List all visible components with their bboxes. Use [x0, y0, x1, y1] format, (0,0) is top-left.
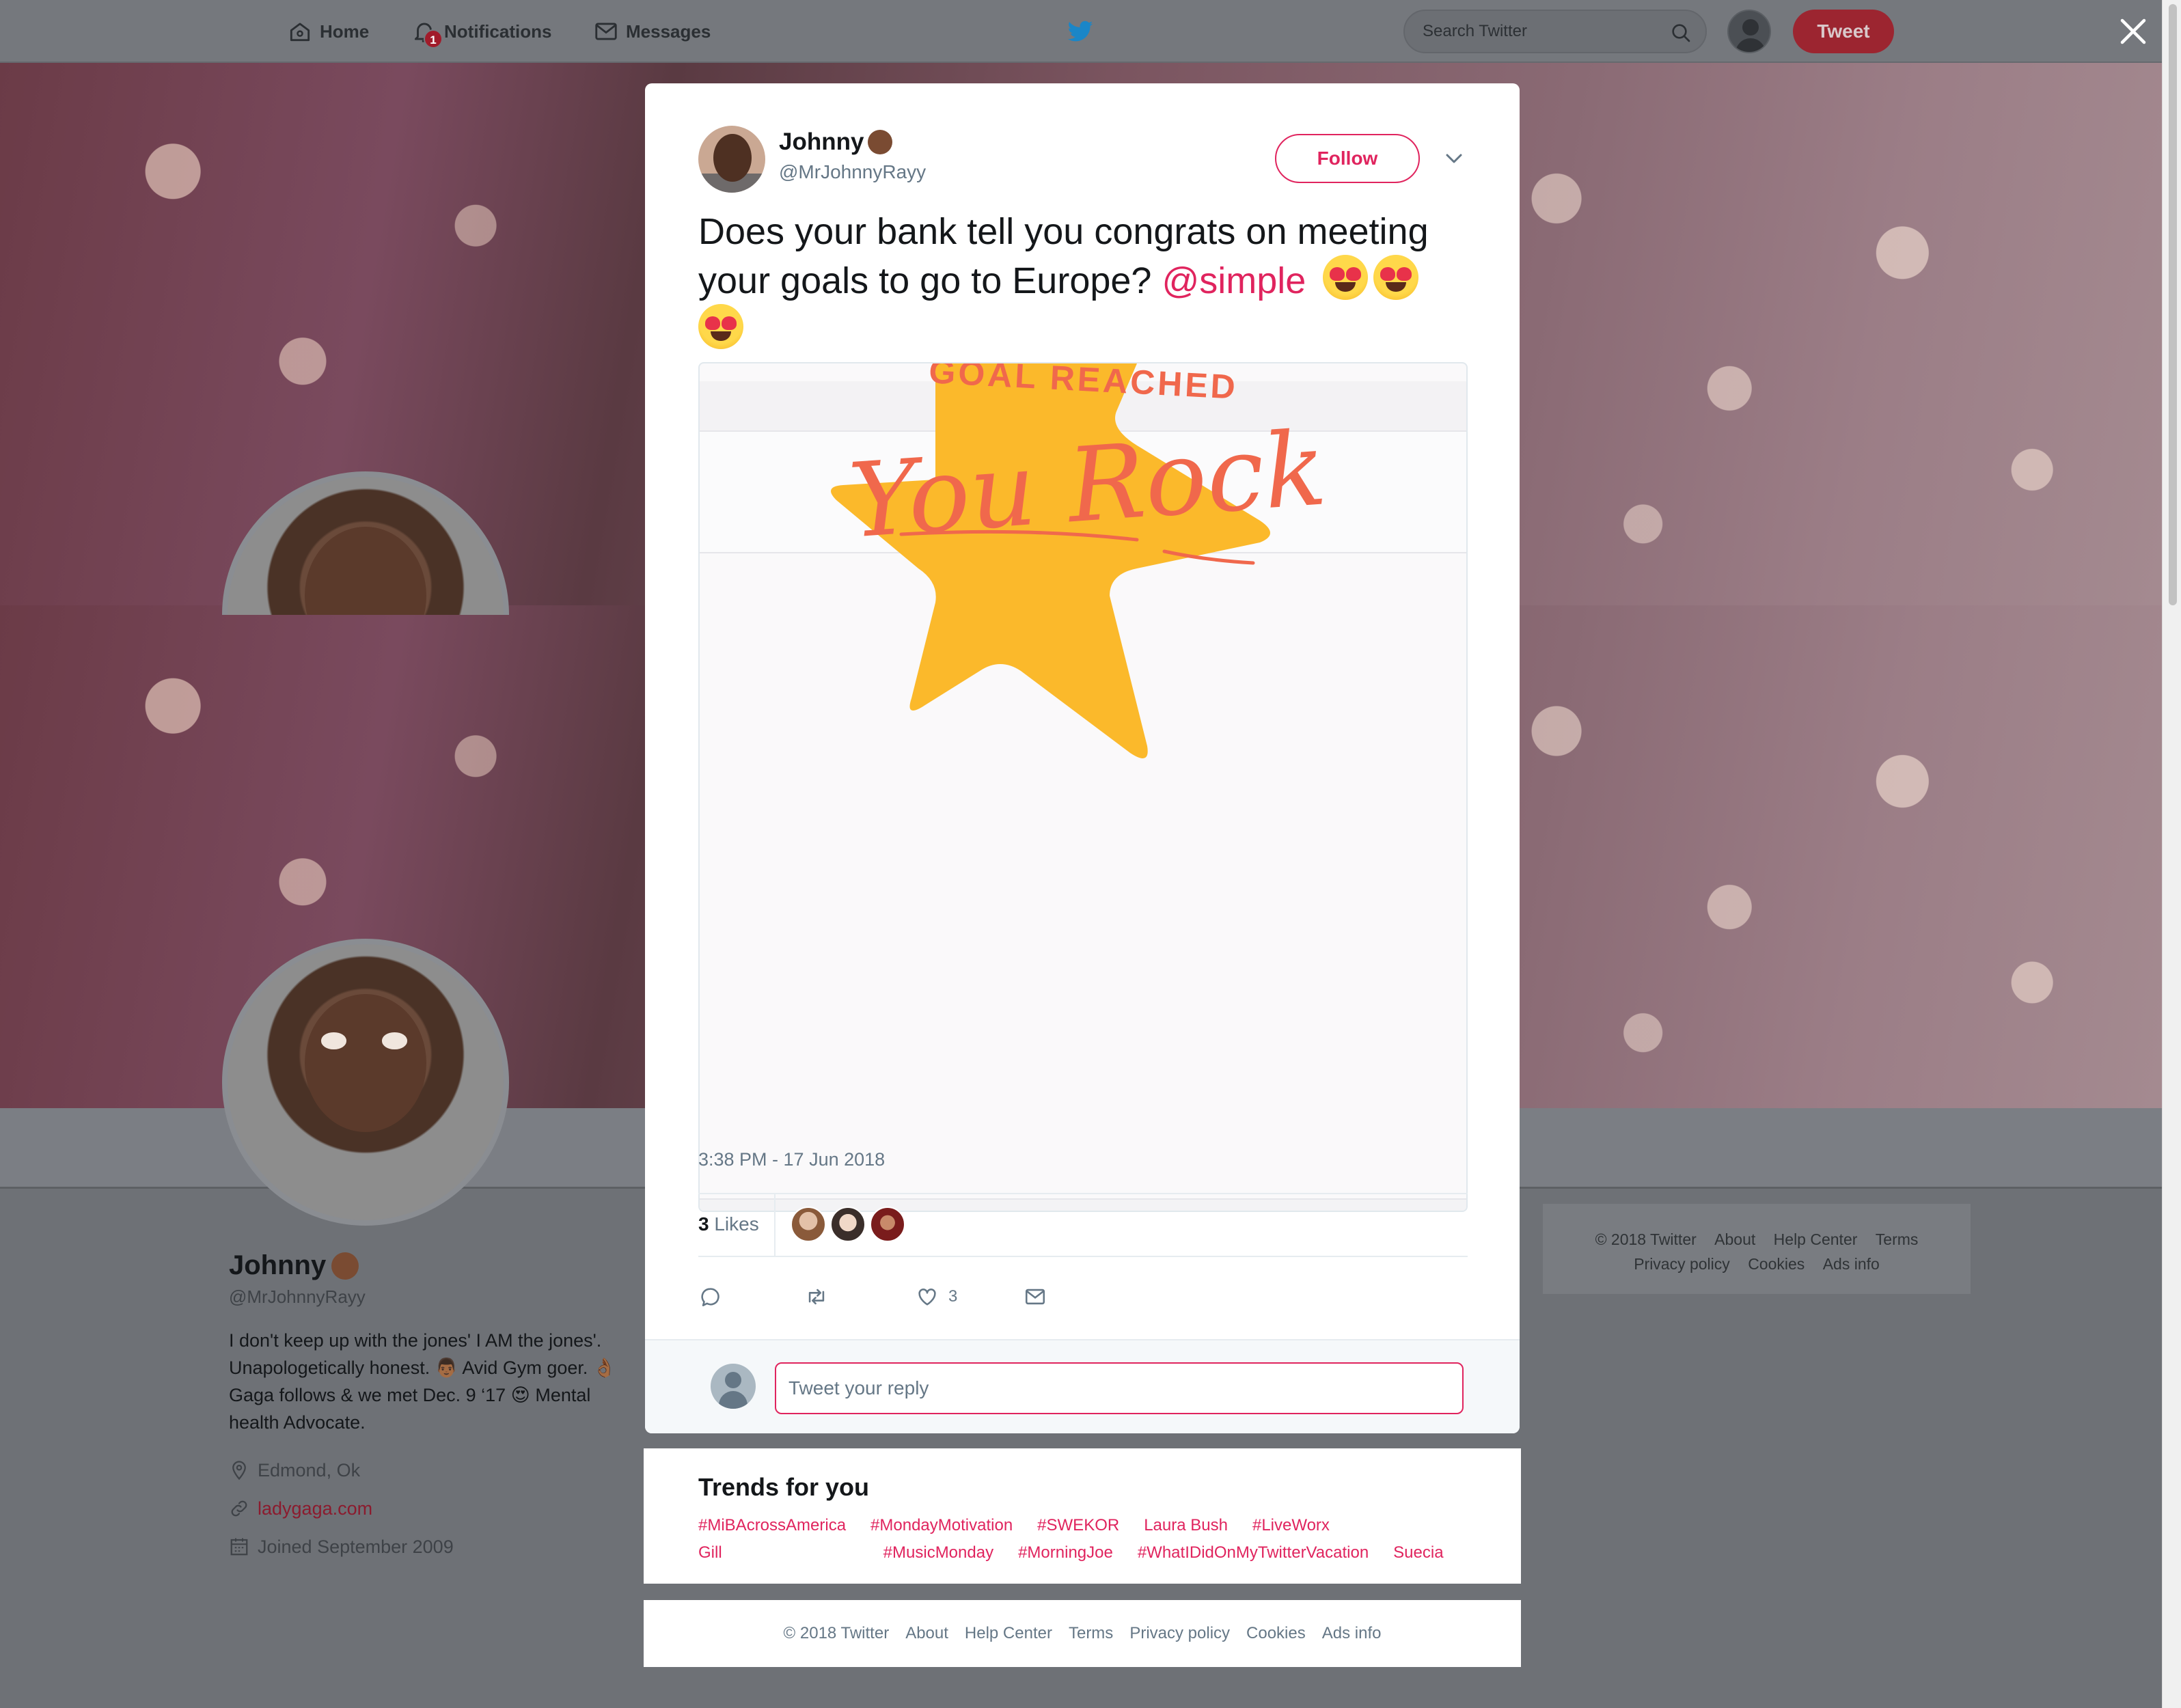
- trends-panel: Trends for you #MiBAcrossAmerica #Monday…: [644, 1448, 1521, 1584]
- nav-home[interactable]: Home: [287, 0, 369, 63]
- location-icon: [229, 1460, 249, 1480]
- trend-item[interactable]: Gill: [698, 1541, 722, 1565]
- nav-notifications[interactable]: 1 Notifications: [411, 0, 551, 63]
- sidebar-footer: © 2018 Twitter About Help Center Terms P…: [1543, 1204, 1971, 1294]
- trend-item[interactable]: #MusicMonday: [883, 1541, 993, 1565]
- twitter-bird-icon[interactable]: [1066, 18, 1095, 45]
- profile-handle: @MrJohnnyRayy: [229, 1286, 366, 1307]
- trend-item[interactable]: Laura Bush: [1144, 1514, 1228, 1537]
- reply-button[interactable]: [698, 1276, 722, 1317]
- footer-link-about[interactable]: About: [905, 1624, 948, 1643]
- top-navigation: Home 1 Notifications Messages Search Twi…: [0, 0, 2162, 63]
- liker-avatar[interactable]: [790, 1207, 826, 1242]
- trend-item[interactable]: #SWEKOR: [1037, 1514, 1119, 1537]
- likes-count[interactable]: 3 Likes: [698, 1213, 759, 1235]
- heart-eyes-emoji-icon: [698, 304, 743, 349]
- tweet-author-handle[interactable]: @MrJohnnyRayy: [779, 161, 926, 183]
- trend-item[interactable]: #MiBAcrossAmerica: [698, 1514, 846, 1537]
- link-icon: [229, 1498, 249, 1519]
- tweet-author-name[interactable]: Johnny: [779, 128, 893, 156]
- modal-footer: © 2018 Twitter About Help Center Terms P…: [644, 1600, 1521, 1667]
- footer-link-ads[interactable]: Ads info: [1322, 1624, 1382, 1643]
- chevron-down-icon[interactable]: [1443, 149, 1465, 168]
- person-shrug-emoji-icon: [868, 130, 893, 154]
- profile-location: Edmond, Ok: [229, 1451, 618, 1489]
- liker-avatar[interactable]: [869, 1207, 905, 1242]
- tweet-author-avatar[interactable]: [698, 126, 765, 193]
- retweet-button[interactable]: [805, 1276, 828, 1317]
- like-button[interactable]: 3: [916, 1276, 957, 1317]
- like-action-count: 3: [948, 1287, 958, 1306]
- trend-item[interactable]: #LiveWorx: [1252, 1514, 1330, 1537]
- calendar-icon: [229, 1537, 249, 1557]
- trend-item[interactable]: #WhatIDidOnMyTwitterVacation: [1138, 1541, 1369, 1565]
- scrollbar-thumb[interactable]: [2169, 4, 2177, 605]
- direct-message-button[interactable]: [1024, 1276, 1047, 1317]
- tweet-media-image[interactable]: GOAL REACHED You Rock: [698, 362, 1468, 1212]
- reply-input[interactable]: Tweet your reply: [775, 1362, 1464, 1414]
- profile-website[interactable]: ladygaga.com: [229, 1489, 618, 1528]
- home-icon: [287, 18, 313, 44]
- search-icon[interactable]: [1670, 22, 1692, 44]
- footer-copyright: © 2018 Twitter: [783, 1624, 890, 1642]
- trends-title: Trends for you: [698, 1473, 870, 1501]
- footer-link-cookies[interactable]: Cookies: [1748, 1255, 1805, 1273]
- tweet-timestamp[interactable]: 3:38 PM - 17 Jun 2018: [698, 1149, 885, 1170]
- retweet-icon: [805, 1285, 828, 1308]
- heart-eyes-emoji-icon: [1373, 255, 1419, 300]
- footer-link-help[interactable]: Help Center: [1774, 1230, 1858, 1248]
- profile-joined: Joined September 2009: [229, 1528, 618, 1566]
- envelope-icon: [593, 18, 619, 44]
- notification-badge: 1: [424, 29, 443, 49]
- footer-link-terms[interactable]: Terms: [1876, 1230, 1919, 1248]
- trend-item[interactable]: #MorningJoe: [1018, 1541, 1113, 1565]
- footer-copyright: © 2018 Twitter: [1595, 1230, 1697, 1248]
- profile-info: Johnny @MrJohnnyRayy I don't keep up wit…: [229, 1250, 618, 1566]
- footer-link-ads[interactable]: Ads info: [1823, 1255, 1880, 1273]
- footer-link-terms[interactable]: Terms: [1069, 1624, 1113, 1643]
- trend-item[interactable]: Suecia: [1393, 1541, 1443, 1565]
- tweet-detail-modal: Johnny @MrJohnnyRayy Follow Does your ba…: [645, 83, 1520, 1433]
- tweet-text: Does your bank tell you congrats on meet…: [698, 209, 1477, 353]
- current-user-avatar: [711, 1364, 756, 1409]
- dm-icon: [1024, 1285, 1047, 1308]
- page-scrollbar[interactable]: [2162, 0, 2181, 1708]
- footer-link-privacy[interactable]: Privacy policy: [1129, 1624, 1230, 1643]
- reply-icon: [698, 1285, 722, 1308]
- bell-icon: 1: [411, 18, 443, 49]
- footer-link-cookies[interactable]: Cookies: [1246, 1624, 1306, 1643]
- likes-row: 3 Likes: [698, 1193, 1468, 1256]
- close-icon[interactable]: [2120, 18, 2147, 45]
- profile-avatar[interactable]: [222, 939, 509, 1226]
- goal-reached-graphic: GOAL REACHED You Rock: [831, 363, 1330, 758]
- footer-link-privacy[interactable]: Privacy policy: [1634, 1255, 1730, 1273]
- search-input[interactable]: Search Twitter: [1403, 10, 1707, 53]
- user-avatar-menu[interactable]: [1727, 10, 1771, 53]
- reply-composer: Tweet your reply: [645, 1339, 1520, 1433]
- trend-item[interactable]: #MondayMotivation: [870, 1514, 1013, 1537]
- person-shrug-emoji-icon: [331, 1252, 359, 1280]
- liker-avatar[interactable]: [829, 1207, 866, 1242]
- mention-link[interactable]: @simple: [1162, 260, 1306, 301]
- trends-list: #MiBAcrossAmerica #MondayMotivation #SWE…: [698, 1514, 1450, 1565]
- heart-eyes-emoji-icon: [1323, 255, 1369, 300]
- follow-button[interactable]: Follow: [1275, 134, 1420, 183]
- profile-name: Johnny: [229, 1250, 618, 1281]
- profile-bio: I don't keep up with the jones' I AM the…: [229, 1330, 616, 1433]
- nav-messages[interactable]: Messages: [593, 0, 711, 63]
- heart-icon: [916, 1285, 939, 1308]
- compose-tweet-button[interactable]: Tweet: [1793, 10, 1894, 53]
- tweet-actions: 3: [698, 1276, 1108, 1317]
- footer-link-about[interactable]: About: [1714, 1230, 1755, 1248]
- footer-link-help[interactable]: Help Center: [965, 1624, 1052, 1643]
